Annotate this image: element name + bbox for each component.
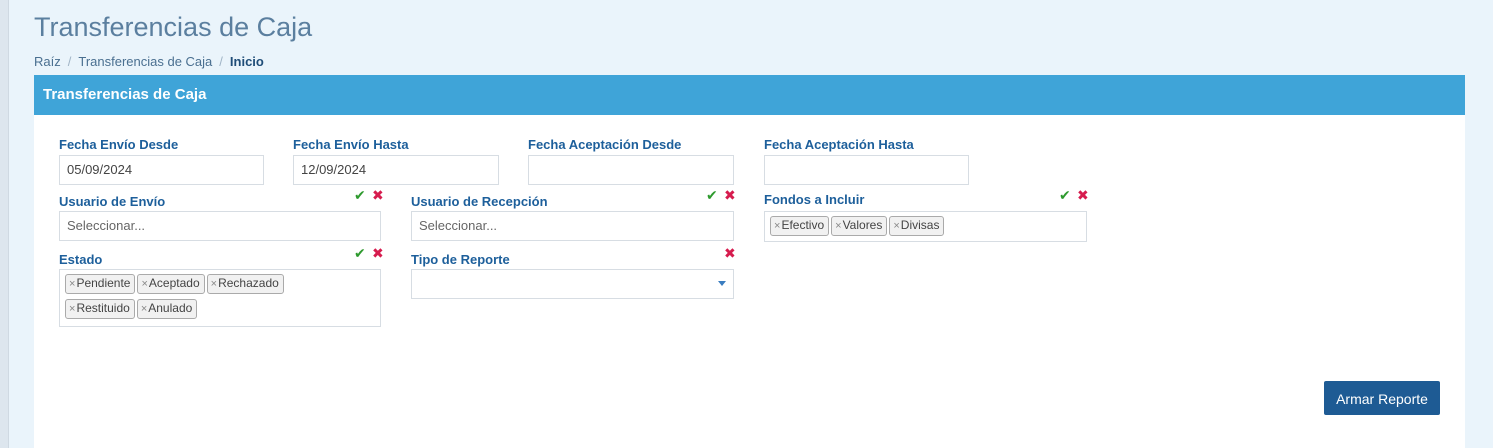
breadcrumb-item-transferencias[interactable]: Transferencias de Caja [78,54,212,69]
tag-label: Aceptado [148,276,200,290]
tipo-reporte-label: Tipo de Reporte [411,252,510,267]
tag-label: Rechazado [218,276,279,290]
tag-remove-icon[interactable]: × [893,220,899,232]
clear-icon[interactable]: ✖ [372,245,384,262]
tag-label: Pendiente [76,276,131,290]
estado-tag[interactable]: ×Pendiente [65,274,136,294]
usuario-envio-label: Usuario de Envío [59,194,166,209]
breadcrumb: Raíz / Transferencias de Caja / Inicio [34,54,264,69]
estado-tag[interactable]: ×Aceptado [137,274,205,294]
left-edge [0,0,9,448]
breadcrumb-separator: / [219,54,223,69]
fecha-envio-hasta-input[interactable]: 12/09/2024 [293,155,499,185]
estado-multiselect[interactable]: ×Pendiente ×Aceptado ×Rechazado ×Restituido… [59,269,381,327]
clear-icon[interactable]: ✖ [372,187,384,204]
page-title: Transferencias de Caja [34,12,313,42]
fecha-aceptacion-desde-label: Fecha Aceptación Desde [528,137,682,152]
check-icon[interactable]: ✔ [706,187,718,204]
usuario-envio-select[interactable]: Seleccionar... [59,211,381,241]
armar-reporte-button[interactable]: Armar Reporte [1324,381,1440,415]
tag-remove-icon[interactable]: × [835,220,841,232]
breadcrumb-separator: / [67,54,72,69]
fondos-tag[interactable]: ×Efectivo [770,216,830,236]
estado-tag[interactable]: ×Anulado [136,299,198,319]
fecha-envio-desde-input[interactable]: 05/09/2024 [59,155,264,185]
chevron-down-icon[interactable] [718,281,726,286]
clear-icon[interactable]: ✖ [1077,187,1089,204]
fecha-aceptacion-desde-input[interactable] [528,155,734,185]
fecha-aceptacion-hasta-label: Fecha Aceptación Hasta [764,137,914,152]
tag-remove-icon[interactable]: × [774,220,780,232]
tag-label: Efectivo [781,218,825,232]
fecha-aceptacion-hasta-input[interactable] [764,155,969,185]
fondos-label: Fondos a Incluir [764,192,865,207]
tag-remove-icon[interactable]: × [141,278,147,290]
fondos-tag[interactable]: ×Valores [831,216,888,236]
estado-tag[interactable]: ×Rechazado [206,274,284,294]
breadcrumb-item-inicio: Inicio [229,54,264,69]
panel-header: Transferencias de Caja [34,75,1465,115]
tag-remove-icon[interactable]: × [211,278,217,290]
fondos-multiselect[interactable]: ×Efectivo ×Valores ×Divisas [764,211,1087,242]
breadcrumb-item-raiz[interactable]: Raíz [34,54,61,69]
fecha-envio-desde-label: Fecha Envío Desde [59,137,179,152]
tag-label: Divisas [900,218,940,232]
check-icon[interactable]: ✔ [1059,187,1071,204]
check-icon[interactable]: ✔ [354,187,366,204]
check-icon[interactable]: ✔ [354,245,366,262]
usuario-recepcion-select[interactable]: Seleccionar... [411,211,734,241]
tag-label: Valores [842,218,883,232]
fondos-tag[interactable]: ×Divisas [889,216,945,236]
clear-icon[interactable]: ✖ [724,187,736,204]
clear-icon[interactable]: ✖ [724,245,736,262]
tag-label: Anulado [148,301,193,315]
tag-remove-icon[interactable]: × [141,303,147,315]
filters-panel: Transferencias de Caja Fecha Envío Desde… [34,75,1465,448]
usuario-recepcion-label: Usuario de Recepción [411,194,548,209]
estado-tag[interactable]: ×Restituido [65,299,135,319]
estado-label: Estado [59,252,103,267]
tag-label: Restituido [76,301,130,315]
tag-remove-icon[interactable]: × [69,303,75,315]
fecha-envio-hasta-label: Fecha Envío Hasta [293,137,409,152]
tag-remove-icon[interactable]: × [69,278,75,290]
tipo-reporte-select[interactable] [411,269,734,299]
